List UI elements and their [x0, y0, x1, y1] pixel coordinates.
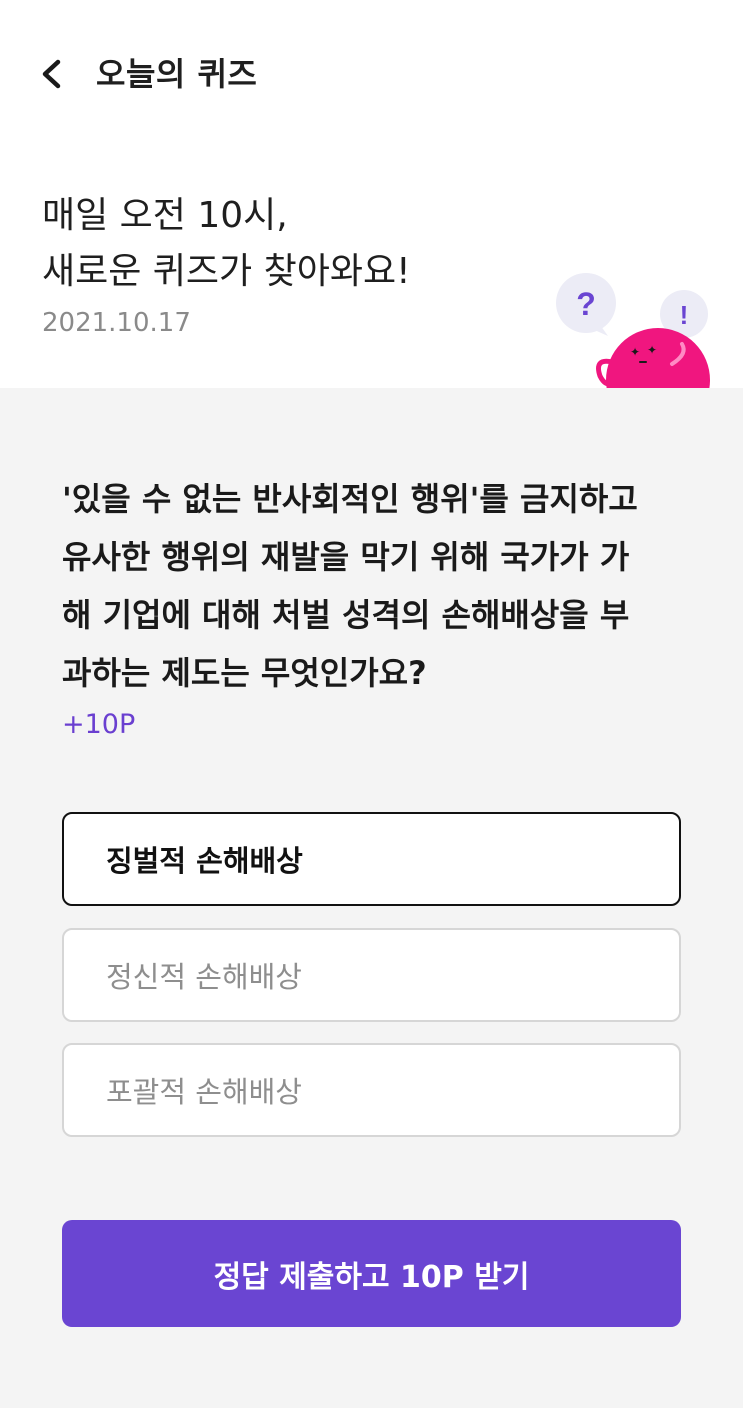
intro-headline-line: 새로운 퀴즈가 찾아와요!: [42, 251, 411, 292]
bubble-question-mark: ?: [576, 286, 596, 322]
svg-text:✦: ✦: [630, 345, 640, 359]
answer-option-1[interactable]: 징벌적 손해배상: [62, 812, 681, 906]
intro-headline-line: 매일 오전 10시,: [42, 195, 288, 236]
question-line: '있을 수 없는 반사회적인 행위'를 금지하고: [62, 480, 638, 518]
quiz-mascot-illustration: ? ! ✦ ✦: [550, 270, 743, 388]
quiz-date: 2021.10.17: [42, 308, 191, 338]
intro-headline: 매일 오전 10시, 새로운 퀴즈가 찾아와요!: [42, 188, 411, 300]
question-line: 해 기업에 대해 처벌 성격의 손해배상을 부: [62, 596, 630, 634]
submit-answer-button[interactable]: 정답 제출하고 10P 받기: [62, 1220, 681, 1327]
page-title: 오늘의 퀴즈: [96, 55, 258, 93]
app-header: 오늘의 퀴즈: [0, 0, 743, 148]
answer-option-3[interactable]: 포괄적 손해배상: [62, 1043, 681, 1137]
question-line: 과하는 제도는 무엇인가요?: [62, 654, 427, 692]
answer-option-label: 정신적 손해배상: [106, 960, 302, 994]
quiz-intro-section: 오늘의 퀴즈 매일 오전 10시, 새로운 퀴즈가 찾아와요! 2021.10.…: [0, 0, 743, 388]
bubble-exclamation-mark: !: [680, 300, 689, 330]
answer-option-label: 포괄적 손해배상: [106, 1075, 302, 1109]
svg-text:✦: ✦: [647, 343, 657, 357]
reward-points: +10P: [62, 709, 136, 740]
back-button[interactable]: [28, 50, 76, 98]
answer-option-label: 징벌적 손해배상: [106, 844, 303, 878]
answer-option-2[interactable]: 정신적 손해배상: [62, 928, 681, 1022]
quiz-question: '있을 수 없는 반사회적인 행위'를 금지하고 유사한 행위의 재발을 막기 …: [62, 470, 692, 702]
pink-character-icon: ✦ ✦: [596, 328, 710, 388]
chevron-left-icon: [42, 59, 61, 89]
submit-answer-label: 정답 제출하고 10P 받기: [213, 1259, 530, 1295]
question-bubble-icon: ?: [556, 273, 616, 336]
question-line: 유사한 행위의 재발을 막기 위해 국가가 가: [62, 538, 630, 576]
